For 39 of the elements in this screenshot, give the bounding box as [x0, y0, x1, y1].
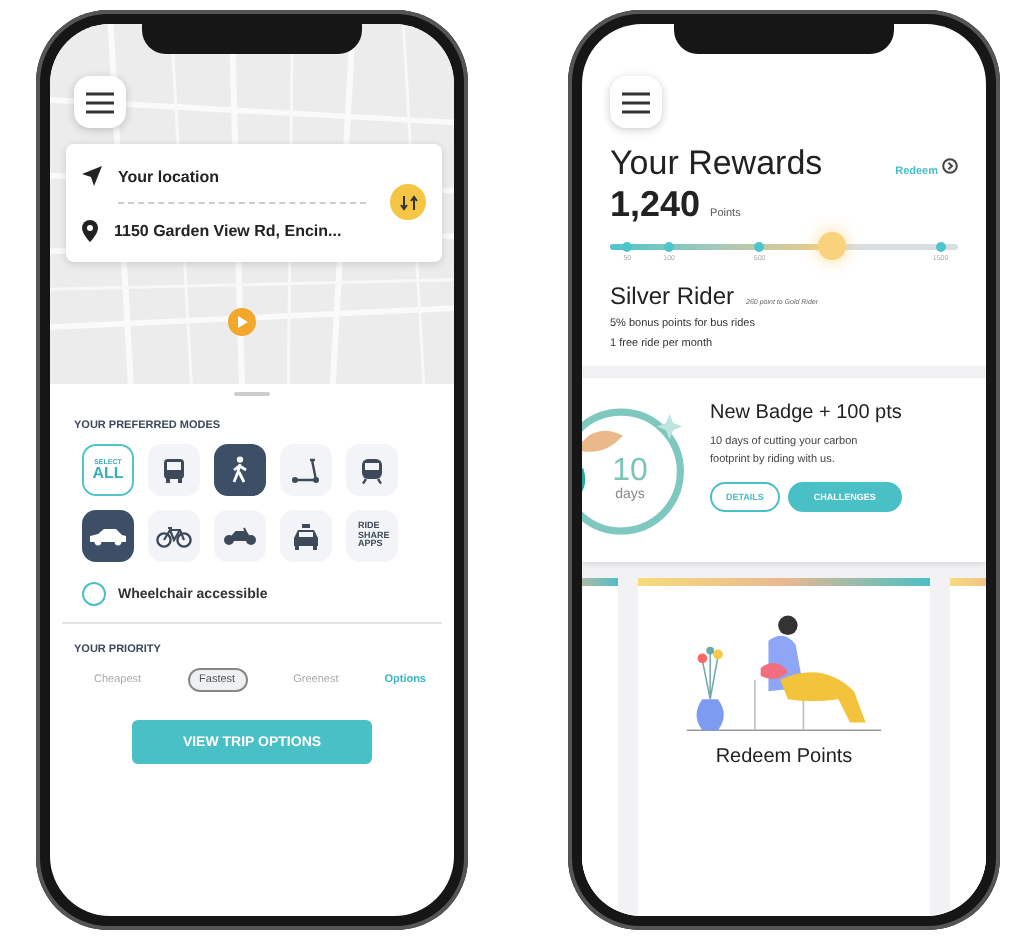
page-title: Your Rewards	[610, 144, 825, 184]
menu-button[interactable]	[74, 76, 126, 128]
train-icon	[360, 457, 384, 483]
taxi-icon	[292, 523, 320, 549]
location-pin-icon	[82, 219, 98, 241]
bus-mode-button[interactable]	[148, 444, 200, 496]
bike-mode-button[interactable]	[148, 510, 200, 562]
swap-arrows-icon	[399, 193, 417, 211]
scooter-icon	[290, 457, 322, 483]
destination-field[interactable]: 1150 Garden View Rd, Encin...	[114, 221, 342, 239]
scooter-mode-button[interactable]	[280, 444, 332, 496]
motorcycle-icon	[222, 526, 258, 546]
menu-button[interactable]	[610, 76, 662, 128]
bicycle-icon	[156, 525, 192, 547]
card-title: New Badge + 100 pts	[710, 402, 904, 424]
location-marker-icon	[228, 308, 256, 336]
car-mode-button[interactable]	[82, 510, 134, 562]
swap-button[interactable]	[390, 184, 426, 220]
car-icon	[88, 526, 128, 546]
tick-dot	[935, 242, 946, 252]
tick-dot	[622, 242, 633, 252]
card-title: Redeem Points	[715, 746, 853, 768]
navigation-arrow-icon	[82, 166, 102, 186]
points-value: 1,240	[610, 184, 701, 226]
tier-name: Silver Rider	[610, 282, 735, 310]
bus-icon	[162, 457, 186, 483]
menu-icon	[622, 91, 650, 113]
wheelchair-checkbox[interactable]	[82, 582, 106, 606]
walking-person-icon	[230, 456, 250, 484]
arrow-circle-icon	[942, 158, 958, 174]
walk-mode-button[interactable]	[214, 444, 266, 496]
menu-icon	[86, 91, 114, 113]
tick-dot	[664, 242, 675, 252]
motorcycle-mode-button[interactable]	[214, 510, 266, 562]
taxi-mode-button[interactable]	[280, 510, 332, 562]
sheet-handle[interactable]	[234, 392, 270, 396]
origin-field[interactable]: Your location	[118, 167, 220, 185]
train-mode-button[interactable]	[346, 444, 398, 496]
tick-dot	[754, 242, 765, 252]
